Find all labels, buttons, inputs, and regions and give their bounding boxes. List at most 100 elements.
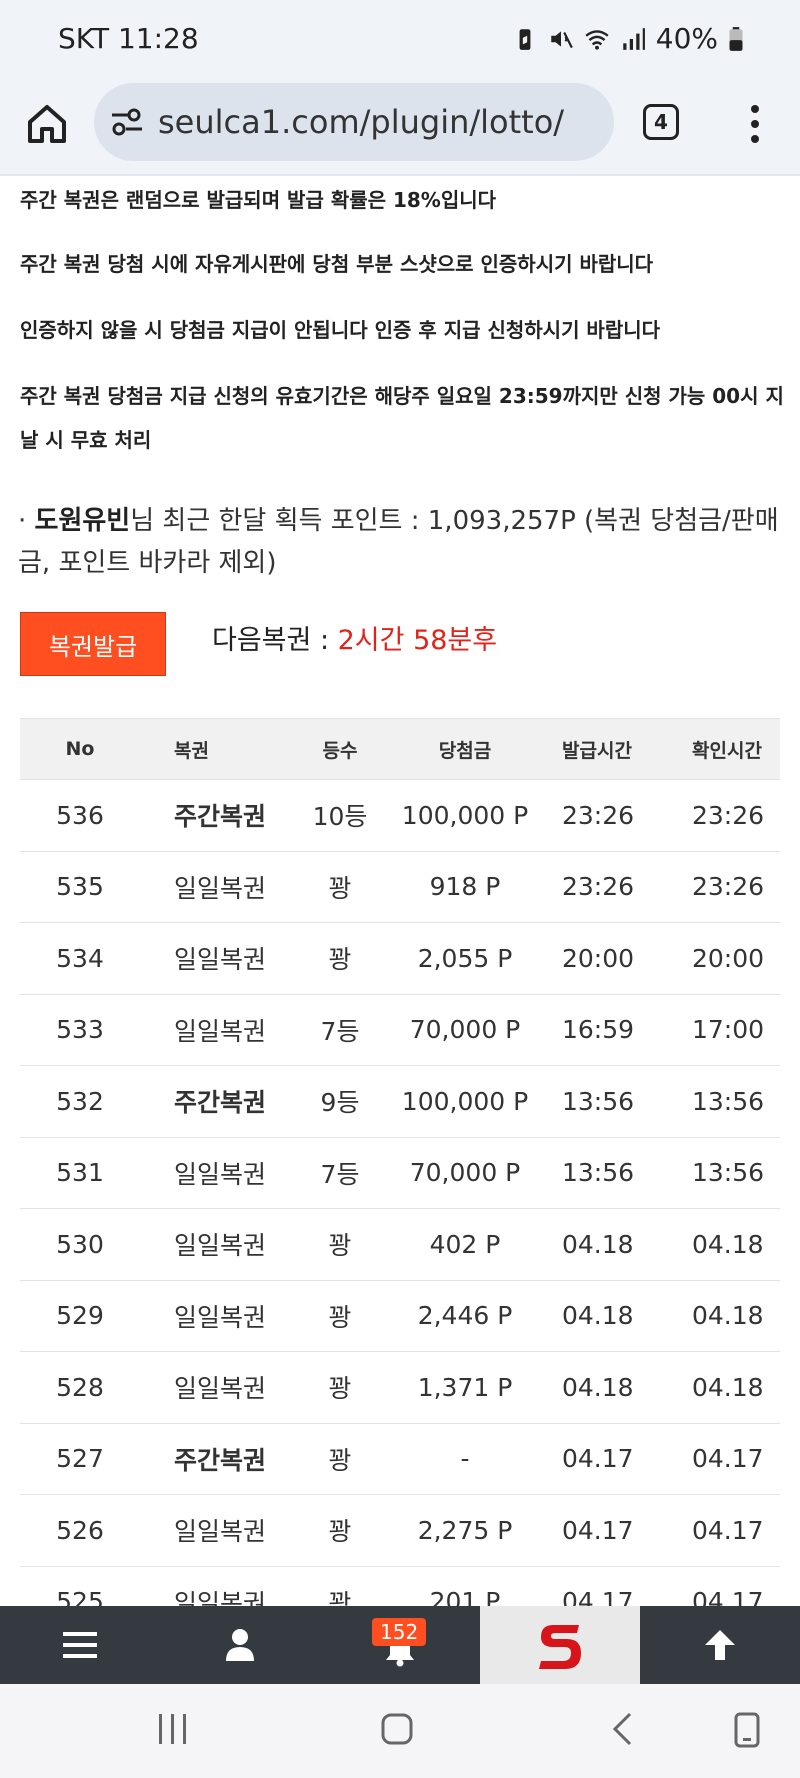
cell-issued: 13:56: [562, 1158, 635, 1188]
cell-checked: 17:00: [692, 1015, 765, 1045]
cell-no: 532: [56, 1086, 104, 1116]
battery-percent: 40%: [655, 22, 718, 55]
cell-no: 531: [56, 1158, 104, 1188]
cell-rank: 꽝: [328, 1374, 352, 1404]
cell-issued: 20:00: [562, 943, 635, 973]
url-text: seulca1.com/plugin/lotto/: [158, 103, 565, 141]
cell-type: 일일복권: [174, 1159, 267, 1189]
cell-rank: 7등: [320, 1016, 360, 1046]
cell-issued: 16:59: [562, 1015, 635, 1045]
notice-4: 주간 복권 당첨금 지급 신청의 유효기간은 해당주 일요일 23:59까지만 …: [20, 384, 784, 452]
site-settings-icon[interactable]: [110, 107, 144, 137]
cell-issued: 04.17: [562, 1444, 634, 1474]
cell-prize: 2,446 P: [417, 1301, 513, 1331]
screen-keyboard-icon[interactable]: [734, 1712, 762, 1748]
cell-issued: 23:26: [562, 872, 635, 902]
menu-icon: [63, 1632, 97, 1658]
cell-no: 536: [56, 800, 104, 830]
cell-prize: 70,000 P: [409, 1158, 521, 1188]
table-header: No 복권 등수 당첨금 발급시간 확인시간: [20, 718, 780, 780]
next-lottery-countdown: 2시간 58분후: [337, 625, 498, 656]
cell-no: 535: [56, 872, 104, 902]
cell-rank: 꽝: [328, 1302, 352, 1332]
table-row: 529 일일복권 꽝 2,446 P 04.18 04.18: [20, 1281, 780, 1352]
cell-type: 주간복권: [174, 1445, 267, 1475]
arrow-up-icon: [705, 1630, 735, 1660]
notice-3: 인증하지 않을 시 당첨금 지급이 안됩니다 인증 후 지급 신청하시기 바랍니…: [20, 318, 661, 342]
notification-badge: 152: [372, 1618, 427, 1646]
more-options-icon[interactable]: [740, 102, 770, 146]
cell-prize: 2,055 P: [417, 943, 513, 973]
cell-prize: 918 P: [429, 872, 501, 902]
cell-rank: 9등: [320, 1088, 360, 1118]
user-icon: [226, 1629, 254, 1661]
lottery-history-table: No 복권 등수 당첨금 발급시간 확인시간 536 주간복권 10등 100,000…: [20, 718, 780, 1638]
cell-no: 526: [56, 1515, 104, 1545]
cell-rank: 꽝: [328, 1231, 352, 1261]
nav-home-logo[interactable]: [480, 1606, 640, 1684]
cell-issued: 04.18: [562, 1229, 634, 1259]
cell-no: 529: [56, 1301, 104, 1331]
wifi-icon: [585, 29, 609, 50]
table-row: 534 일일복권 꽝 2,055 P 20:00 20:00: [20, 923, 780, 995]
nav-profile[interactable]: [160, 1606, 320, 1684]
home-nav-icon[interactable]: [380, 1712, 414, 1746]
cell-prize: -: [460, 1444, 470, 1474]
nav-menu[interactable]: [0, 1606, 160, 1684]
cell-type: 일일복권: [174, 1016, 267, 1046]
back-icon[interactable]: [610, 1712, 634, 1746]
issue-lottery-button[interactable]: 복권발급: [20, 612, 166, 676]
cell-checked: 04.17: [692, 1515, 764, 1545]
site-logo: [539, 1625, 581, 1669]
col-type: 복권: [174, 739, 209, 762]
cell-checked: 20:00: [692, 943, 765, 973]
cell-issued: 23:26: [562, 800, 635, 830]
cell-type: 일일복권: [174, 873, 267, 903]
col-prize: 당첨금: [438, 739, 492, 762]
status-bar: SKT 11:28 40%: [0, 0, 800, 80]
nav-scroll-top[interactable]: [640, 1606, 800, 1684]
nav-notifications[interactable]: 152: [320, 1606, 480, 1684]
points-text: 님 최근 한달 획득 포인트 : 1,093,257P (복권 당첨금/판매금,…: [18, 506, 779, 578]
cell-checked: 13:56: [692, 1158, 765, 1188]
col-issued: 발급시간: [562, 739, 632, 762]
cell-no: 534: [56, 943, 104, 973]
cell-checked: 04.18: [692, 1372, 764, 1402]
cell-rank: 꽝: [328, 945, 352, 975]
recent-apps-icon[interactable]: [155, 1712, 191, 1746]
col-no: No: [65, 738, 95, 760]
notice-2: 주간 복권 당첨 시에 자유게시판에 당첨 부분 스샷으로 인증하시기 바랍니다: [20, 252, 654, 276]
cell-type: 일일복권: [174, 945, 267, 975]
table-row: 531 일일복권 7등 70,000 P 13:56 13:56: [20, 1138, 780, 1209]
cell-type: 일일복권: [174, 1302, 267, 1332]
table-row: 528 일일복권 꽝 1,371 P 04.18 04.18: [20, 1352, 780, 1424]
cell-checked: 23:26: [692, 800, 765, 830]
cell-prize: 402 P: [429, 1229, 501, 1259]
col-rank: 등수: [322, 739, 358, 762]
username[interactable]: 도원유빈: [35, 506, 131, 536]
table-row: 530 일일복권 꽝 402 P 04.18 04.18: [20, 1209, 780, 1281]
table-row: 533 일일복권 7등 70,000 P 16:59 17:00: [20, 995, 780, 1066]
table-row: 527 주간복권 꽝 - 04.17 04.17: [20, 1424, 780, 1495]
notice-1: 주간 복권은 랜덤으로 발급되며 발급 확률은 18%입니다: [20, 188, 497, 212]
battery-saver-icon: [519, 28, 531, 50]
cell-issued: 04.17: [562, 1515, 634, 1545]
status-icons: 40%: [512, 22, 744, 55]
cell-checked: 13:56: [692, 1086, 765, 1116]
cell-prize: 100,000 P: [401, 1086, 529, 1116]
cell-no: 528: [56, 1372, 104, 1402]
home-icon[interactable]: [22, 98, 72, 148]
cell-checked: 04.17: [692, 1444, 764, 1474]
cell-rank: 10등: [312, 802, 368, 832]
table-row: 526 일일복권 꽝 2,275 P 04.17 04.17: [20, 1495, 780, 1567]
browser-toolbar: seulca1.com/plugin/lotto/ 4: [0, 80, 800, 176]
tab-switcher-button[interactable]: 4: [643, 104, 679, 140]
cell-type: 주간복권: [174, 1088, 267, 1118]
cell-type: 일일복권: [174, 1517, 267, 1547]
address-bar[interactable]: seulca1.com/plugin/lotto/: [94, 83, 614, 161]
cell-no: 527: [56, 1444, 104, 1474]
cell-no: 530: [56, 1229, 104, 1259]
table-row: 536 주간복권 10등 100,000 P 23:26 23:26: [20, 780, 780, 852]
cell-prize: 2,275 P: [417, 1515, 513, 1545]
mute-icon: [551, 30, 573, 48]
